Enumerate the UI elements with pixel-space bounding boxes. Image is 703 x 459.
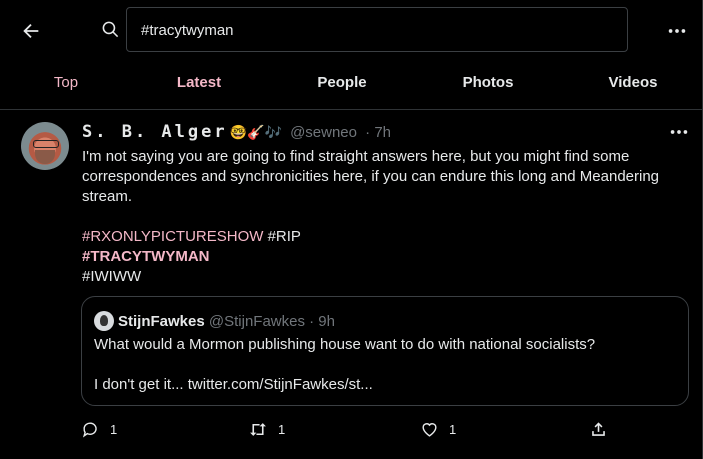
display-name[interactable]: S. B. Alger xyxy=(82,122,228,142)
share-button[interactable] xyxy=(589,420,608,440)
like-icon xyxy=(422,423,437,437)
reply-count: 1 xyxy=(110,422,118,437)
quoted-handle: @StijnFawkes xyxy=(208,313,305,330)
tweet-time[interactable]: · 7h xyxy=(365,124,391,141)
tab-latest[interactable]: Latest xyxy=(158,60,240,108)
quoted-avatar xyxy=(94,311,114,331)
like-count: 1 xyxy=(449,422,457,437)
avatar-glasses xyxy=(33,140,59,148)
hashtag-rxonlypictureshow[interactable]: #RXONLYPICTURESHOW xyxy=(82,228,263,245)
tweet-text: I'm not saying you are going to find str… xyxy=(82,148,660,205)
quoted-display-name: StijnFawkes xyxy=(118,313,205,330)
tab-photos[interactable]: Photos xyxy=(448,60,528,108)
avatar[interactable] xyxy=(21,122,69,170)
user-handle[interactable]: @sewneo xyxy=(290,124,357,141)
search-tabs: Top Latest People Photos Videos xyxy=(0,60,702,110)
quoted-tweet[interactable]: StijnFawkes @StijnFawkes · 9h What would… xyxy=(81,296,689,406)
retweet-button[interactable]: 1 xyxy=(248,420,285,440)
back-arrow-icon[interactable] xyxy=(20,20,42,42)
hashtag-rip[interactable]: #RIP xyxy=(268,228,301,245)
hashtag-iwiww[interactable]: #IWIWW xyxy=(82,268,141,285)
avatar-beard xyxy=(35,150,55,164)
retweet-icon xyxy=(250,423,266,436)
search-input[interactable] xyxy=(139,8,613,53)
reply-button[interactable]: 1 xyxy=(81,420,117,440)
tab-people[interactable]: People xyxy=(302,60,382,108)
quoted-text-line1: What would a Mormon publishing house wan… xyxy=(94,336,596,353)
like-button[interactable]: 1 xyxy=(420,420,456,440)
hashtag-tracytwyman[interactable]: #TRACYTWYMAN xyxy=(82,248,210,265)
quoted-text-line2: I don't get it... twitter.com/StijnFawke… xyxy=(94,376,373,393)
search-box[interactable] xyxy=(126,7,628,53)
tab-videos[interactable]: Videos xyxy=(593,60,673,108)
retweet-count: 1 xyxy=(278,422,286,437)
share-icon xyxy=(592,422,605,436)
quoted-text: What would a Mormon publishing house wan… xyxy=(94,335,674,395)
quoted-time: · 9h xyxy=(309,313,335,330)
tweet-more-icon[interactable] xyxy=(668,124,690,140)
search-header xyxy=(0,0,702,60)
tab-top[interactable]: Top xyxy=(30,60,102,108)
reply-icon xyxy=(82,422,97,438)
tweet-body: I'm not saying you are going to find str… xyxy=(82,147,682,287)
more-icon[interactable] xyxy=(666,20,688,42)
search-icon xyxy=(102,21,119,38)
name-emoji: 🤓🎸🎶 xyxy=(229,124,282,140)
quoted-tweet-header: StijnFawkes @StijnFawkes · 9h xyxy=(94,311,335,331)
tweet-header: S. B. Alger 🤓🎸🎶 @sewneo · 7h xyxy=(82,122,391,144)
